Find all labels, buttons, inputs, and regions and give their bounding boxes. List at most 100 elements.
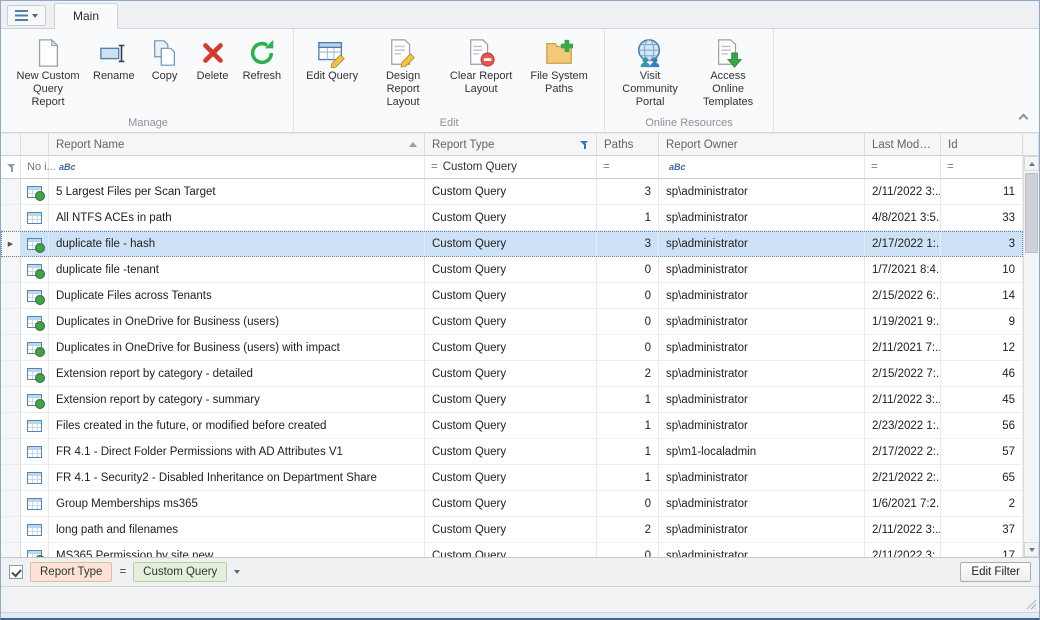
report-type-cell[interactable]: Custom Query	[425, 283, 597, 309]
owner-filter-cell[interactable]: aBc	[659, 156, 865, 178]
column-header-report-name[interactable]: Report Name	[49, 133, 425, 156]
modified-filter-cell[interactable]: =	[865, 156, 941, 178]
report-row[interactable]: Extension report by category - detailed …	[1, 361, 1023, 387]
clear-report-layout-button[interactable]: Clear Report Layout	[442, 32, 520, 99]
report-type-cell[interactable]: Custom Query	[425, 413, 597, 439]
last-modified-cell[interactable]: 2/11/2021 7:...	[865, 335, 941, 361]
report-name-cell[interactable]: long path and filenames	[49, 517, 425, 543]
report-name-cell[interactable]: Group Memberships ms365	[49, 491, 425, 517]
report-owner-cell[interactable]: sp\administrator	[659, 517, 865, 543]
report-owner-cell[interactable]: sp\administrator	[659, 387, 865, 413]
report-owner-cell[interactable]: sp\administrator	[659, 543, 865, 557]
last-modified-cell[interactable]: 1/6/2021 7:2...	[865, 491, 941, 517]
report-name-cell[interactable]: Duplicates in OneDrive for Business (use…	[49, 335, 425, 361]
report-owner-cell[interactable]: sp\m1-localadmin	[659, 439, 865, 465]
last-modified-cell[interactable]: 2/11/2022 3:...	[865, 517, 941, 543]
report-row[interactable]: FR 4.1 - Direct Folder Permissions with …	[1, 439, 1023, 465]
report-type-cell[interactable]: Custom Query	[425, 179, 597, 205]
report-type-cell[interactable]: Custom Query	[425, 309, 597, 335]
report-row[interactable]: Group Memberships ms365 Custom Query 0 s…	[1, 491, 1023, 517]
column-header-paths[interactable]: Paths	[597, 133, 659, 156]
report-type-cell[interactable]: Custom Query	[425, 491, 597, 517]
report-owner-cell[interactable]: sp\administrator	[659, 413, 865, 439]
report-name-cell[interactable]: Extension report by category - summary	[49, 387, 425, 413]
report-row[interactable]: FR 4.1 - Security2 - Disabled Inheritanc…	[1, 465, 1023, 491]
filter-funnel-icon[interactable]	[580, 140, 589, 149]
id-cell[interactable]: 11	[941, 179, 1023, 205]
id-cell[interactable]: 65	[941, 465, 1023, 491]
id-cell[interactable]: 33	[941, 205, 1023, 231]
copy-button[interactable]: Copy	[141, 32, 189, 86]
id-cell[interactable]: 57	[941, 439, 1023, 465]
column-header-id[interactable]: Id	[941, 133, 1023, 156]
report-type-cell[interactable]: Custom Query	[425, 361, 597, 387]
paths-cell[interactable]: 0	[597, 309, 659, 335]
paths-cell[interactable]: 3	[597, 179, 659, 205]
report-type-cell[interactable]: Custom Query	[425, 387, 597, 413]
last-modified-cell[interactable]: 2/11/2022 3:...	[865, 543, 941, 557]
report-row[interactable]: Files created in the future, or modified…	[1, 413, 1023, 439]
paths-cell[interactable]: 1	[597, 205, 659, 231]
paths-filter-cell[interactable]: =	[597, 156, 659, 178]
last-modified-cell[interactable]: 4/8/2021 3:5...	[865, 205, 941, 231]
paths-cell[interactable]: 0	[597, 257, 659, 283]
filter-enabled-checkbox[interactable]	[9, 565, 23, 579]
report-type-cell[interactable]: Custom Query	[425, 517, 597, 543]
report-name-cell[interactable]: Duplicates in OneDrive for Business (use…	[49, 309, 425, 335]
id-filter-cell[interactable]: =	[941, 156, 1023, 178]
report-owner-cell[interactable]: sp\administrator	[659, 465, 865, 491]
report-owner-cell[interactable]: sp\administrator	[659, 309, 865, 335]
report-row[interactable]: All NTFS ACEs in path Custom Query 1 sp\…	[1, 205, 1023, 231]
report-type-cell[interactable]: Custom Query	[425, 465, 597, 491]
report-row[interactable]: Duplicates in OneDrive for Business (use…	[1, 335, 1023, 361]
resize-grip[interactable]	[1025, 598, 1036, 609]
report-owner-cell[interactable]: sp\administrator	[659, 491, 865, 517]
report-name-cell[interactable]: All NTFS ACEs in path	[49, 205, 425, 231]
scroll-down-button[interactable]	[1024, 542, 1039, 557]
edit-query-button[interactable]: Edit Query	[300, 32, 364, 86]
report-owner-cell[interactable]: sp\administrator	[659, 283, 865, 309]
paths-cell[interactable]: 1	[597, 465, 659, 491]
report-owner-cell[interactable]: sp\administrator	[659, 361, 865, 387]
report-row[interactable]: MS365 Permission by site new Custom Quer…	[1, 543, 1023, 557]
paths-cell[interactable]: 1	[597, 413, 659, 439]
id-cell[interactable]: 45	[941, 387, 1023, 413]
last-modified-cell[interactable]: 2/11/2022 3:...	[865, 387, 941, 413]
rename-button[interactable]: Rename	[87, 32, 141, 86]
id-cell[interactable]: 9	[941, 309, 1023, 335]
paths-cell[interactable]: 2	[597, 517, 659, 543]
filter-field-chip[interactable]: Report Type	[30, 562, 112, 582]
report-type-cell[interactable]: Custom Query	[425, 205, 597, 231]
report-name-cell[interactable]: Files created in the future, or modified…	[49, 413, 425, 439]
last-modified-cell[interactable]: 2/11/2022 3:...	[865, 179, 941, 205]
application-menu-button[interactable]	[7, 5, 46, 26]
paths-cell[interactable]: 1	[597, 439, 659, 465]
scrollbar-track[interactable]	[1024, 171, 1039, 542]
report-name-cell[interactable]: FR 4.1 - Security2 - Disabled Inheritanc…	[49, 465, 425, 491]
paths-cell[interactable]: 0	[597, 491, 659, 517]
equals-operator-icon[interactable]: =	[947, 161, 954, 173]
last-modified-cell[interactable]: 2/17/2022 2:...	[865, 439, 941, 465]
last-modified-cell[interactable]: 1/19/2021 9:...	[865, 309, 941, 335]
report-owner-cell[interactable]: sp\administrator	[659, 335, 865, 361]
file-system-paths-button[interactable]: File System Paths	[520, 32, 598, 99]
id-cell[interactable]: 2	[941, 491, 1023, 517]
column-header-report-owner[interactable]: Report Owner	[659, 133, 865, 156]
id-cell[interactable]: 14	[941, 283, 1023, 309]
vertical-scrollbar[interactable]	[1023, 156, 1039, 557]
text-operator-icon[interactable]: aBc	[59, 162, 76, 172]
report-row[interactable]: Extension report by category - summary C…	[1, 387, 1023, 413]
equals-operator-icon[interactable]: =	[603, 161, 610, 173]
type-filter-cell[interactable]: =Custom Query	[425, 156, 597, 178]
column-header-last-modified[interactable]: Last Modified	[865, 133, 941, 156]
report-type-cell[interactable]: Custom Query	[425, 439, 597, 465]
scrollbar-thumb[interactable]	[1025, 173, 1038, 253]
report-type-cell[interactable]: Custom Query	[425, 543, 597, 557]
edit-filter-button[interactable]: Edit Filter	[960, 562, 1031, 582]
id-cell[interactable]: 12	[941, 335, 1023, 361]
id-cell[interactable]: 37	[941, 517, 1023, 543]
equals-operator-icon[interactable]: =	[431, 161, 438, 173]
paths-cell[interactable]: 0	[597, 543, 659, 557]
report-owner-cell[interactable]: sp\administrator	[659, 231, 865, 257]
text-operator-icon[interactable]: aBc	[669, 162, 686, 172]
